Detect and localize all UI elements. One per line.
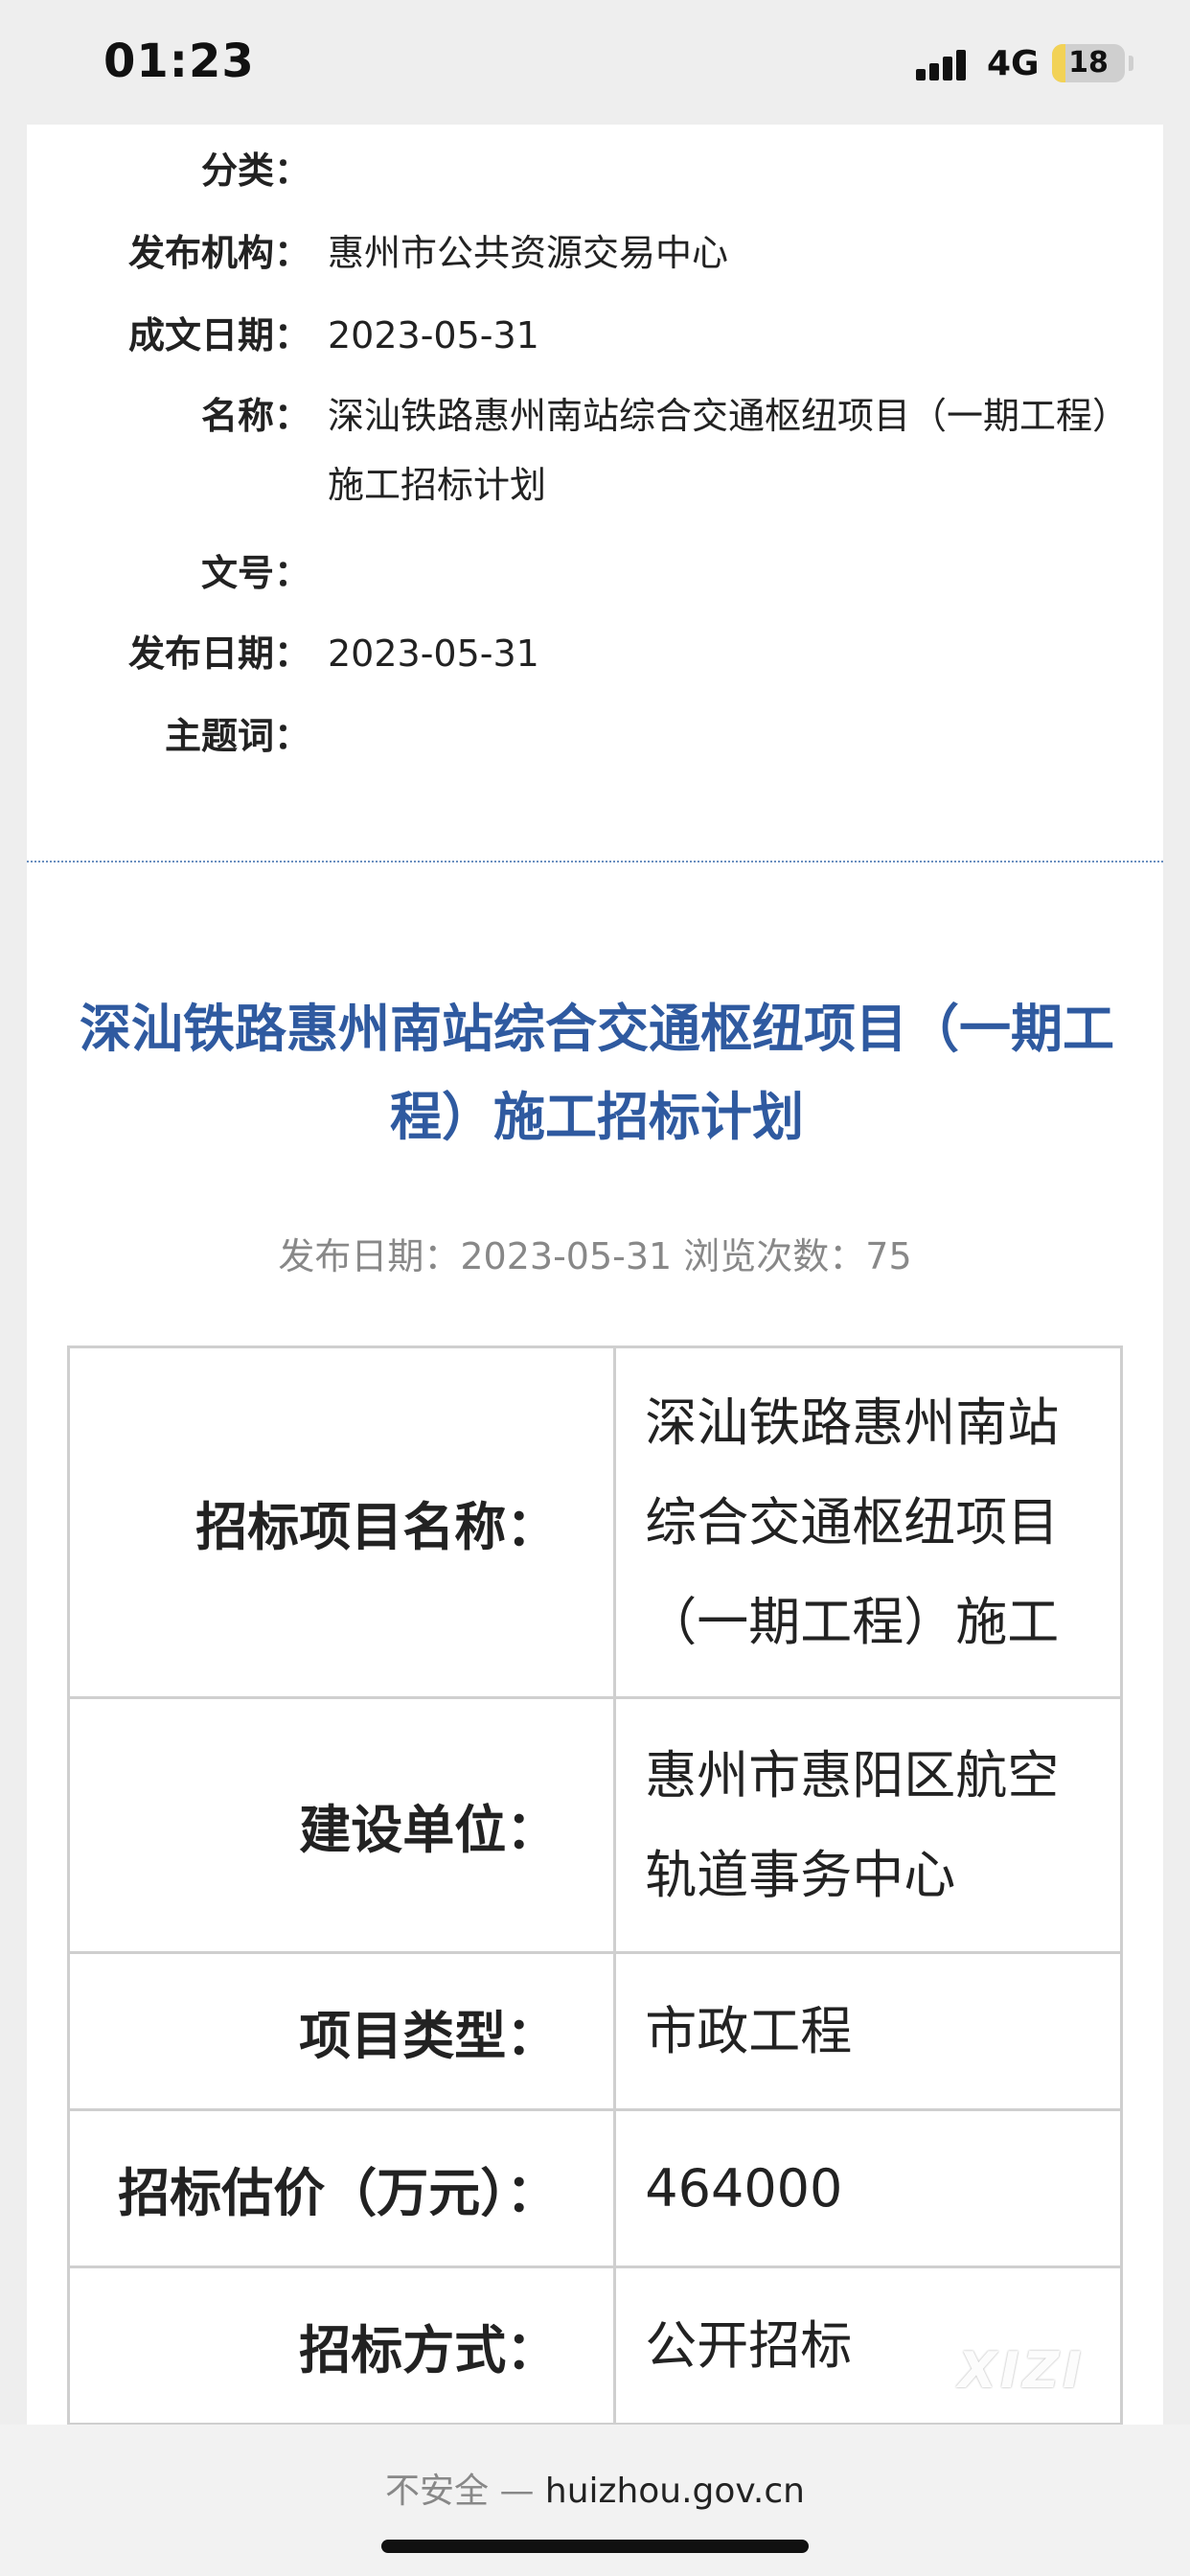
meta-label: 发布日期： bbox=[127, 632, 310, 675]
meta-label: 成文日期： bbox=[127, 314, 310, 356]
url-domain: huizhou.gov.cn bbox=[544, 2472, 805, 2511]
bid-info-table: 招标项目名称： 深汕铁路惠州南站综合交通枢纽项目（一期工程）施工 建设单位： 惠… bbox=[66, 1346, 1123, 2425]
meta-label: 主题词： bbox=[164, 715, 310, 757]
section-divider bbox=[27, 861, 1163, 862]
insecure-label: 不安全 — bbox=[385, 2472, 545, 2511]
meta-value: 惠州市公共资源交易中心 bbox=[328, 232, 729, 274]
meta-value: 2023-05-31 bbox=[328, 632, 539, 675]
meta-label: 名称： bbox=[200, 395, 310, 437]
table-key: 招标方式： bbox=[66, 2266, 617, 2425]
page-content: 分类： 发布机构： 惠州市公共资源交易中心 成文日期： 2023-05-31 名… bbox=[27, 125, 1163, 2425]
screen: 01:23 4G 18 分类： 发布机构： 惠州市公共资源交易中心 成文日期： … bbox=[0, 0, 1190, 2576]
url-display[interactable]: 不安全 — huizhou.gov.cn bbox=[0, 2463, 1190, 2513]
article-publish-info: 发布日期：2023-05-31 浏览次数：75 bbox=[278, 1235, 912, 1277]
table-value: 惠州市惠阳区航空轨道事务中心 bbox=[613, 1696, 1123, 1954]
signal-icon bbox=[916, 50, 966, 80]
table-row: 项目类型： 市政工程 bbox=[66, 1951, 1123, 2111]
table-value: 464000 bbox=[613, 2108, 1123, 2268]
table-row: 招标估价（万元）： 464000 bbox=[66, 2108, 1123, 2268]
table-value: 深汕铁路惠州南站综合交通枢纽项目（一期工程）施工 bbox=[613, 1346, 1123, 1699]
network-type: 4G bbox=[987, 44, 1040, 83]
table-row: 建设单位： 惠州市惠阳区航空轨道事务中心 bbox=[66, 1696, 1123, 1954]
meta-label: 发布机构： bbox=[127, 232, 310, 274]
status-bar: 01:23 4G 18 bbox=[0, 0, 1190, 125]
meta-label: 文号： bbox=[200, 552, 310, 594]
meta-label: 分类： bbox=[200, 150, 310, 192]
meta-value: 2023-05-31 bbox=[328, 314, 539, 356]
table-key: 建设单位： bbox=[66, 1696, 617, 1954]
watermark-logo: XIZI bbox=[958, 2342, 1086, 2400]
table-value: 市政工程 bbox=[613, 1951, 1123, 2111]
table-key: 项目类型： bbox=[66, 1951, 617, 2111]
table-key: 招标估价（万元）： bbox=[66, 2108, 617, 2268]
battery-level: 18 bbox=[1068, 46, 1109, 80]
browser-address-bar[interactable]: 不安全 — huizhou.gov.cn bbox=[0, 2425, 1190, 2576]
meta-value: 深汕铁路惠州南站综合交通枢纽项目（一期工程）施工招标计划 bbox=[328, 395, 1130, 506]
home-indicator[interactable] bbox=[381, 2540, 809, 2553]
battery-icon: 18 bbox=[1052, 44, 1125, 82]
table-key: 招标项目名称： bbox=[66, 1346, 617, 1699]
article-title: 深汕铁路惠州南站综合交通枢纽项目（一期工程）施工招标计划 bbox=[80, 999, 1114, 1147]
table-row: 招标项目名称： 深汕铁路惠州南站综合交通枢纽项目（一期工程）施工 bbox=[66, 1346, 1123, 1699]
status-time: 01:23 bbox=[103, 34, 255, 88]
battery-tip bbox=[1129, 56, 1133, 71]
